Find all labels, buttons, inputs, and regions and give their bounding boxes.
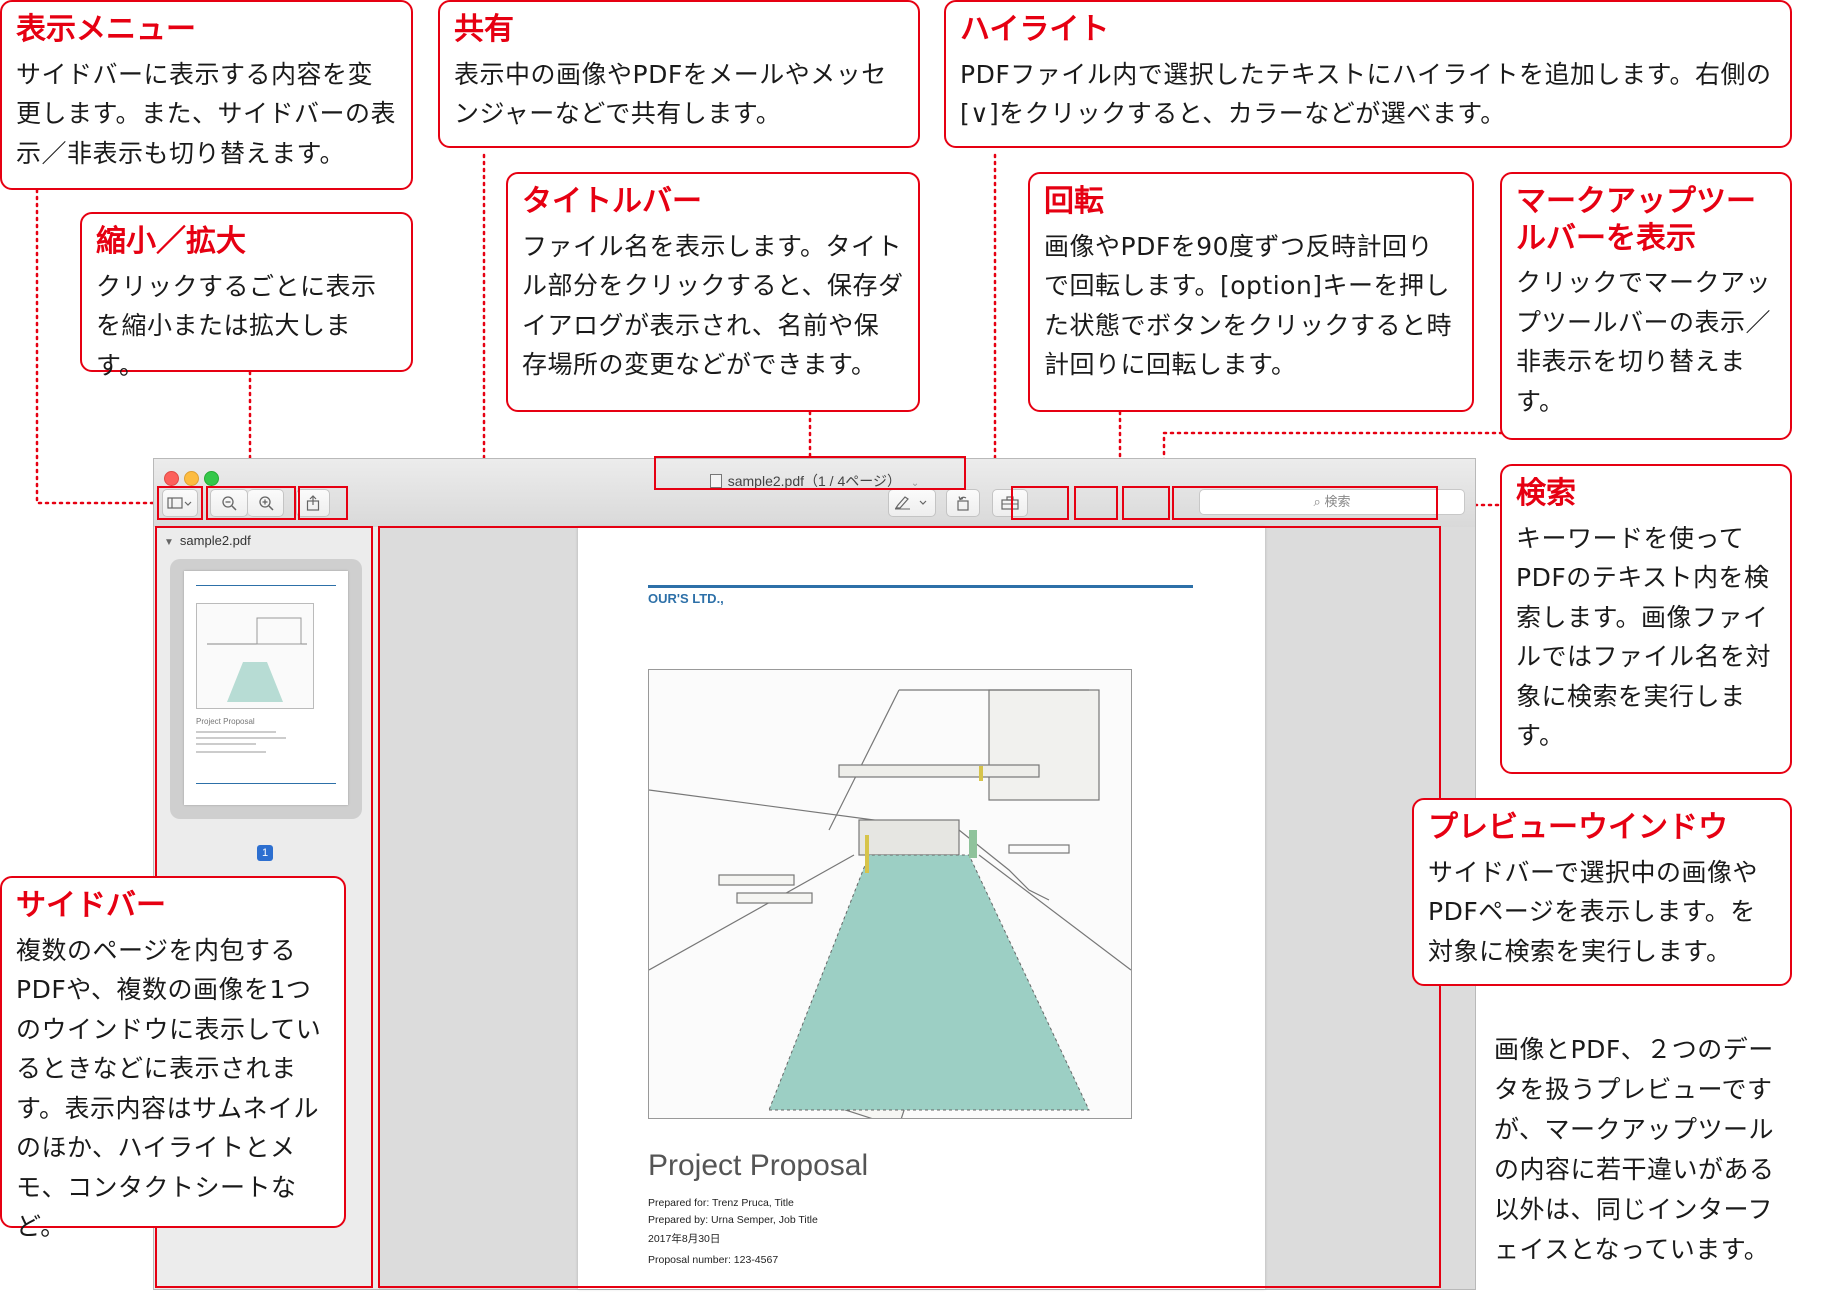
- callout-title: ハイライト: [960, 12, 1110, 47]
- callout-zoom: 縮小／拡大 クリックするごとに表示を縮小または拡大します。: [80, 212, 413, 380]
- callout-title: 縮小／拡大: [96, 224, 246, 259]
- callout-body: サイドバーに表示する内容を変更します。また、サイドバーの表示／非表示も切り替えま…: [16, 59, 397, 168]
- zoom-highlight: [206, 486, 296, 520]
- callout-body: クリックでマークアップツールバーの表示／非表示を切り替えます。: [1516, 268, 1772, 416]
- callout-title: 回転: [1044, 184, 1104, 219]
- rotate-highlight: [1074, 486, 1118, 520]
- callout-sidebar: サイドバー 複数のページを内包するPDFや、複数の画像を1つのウインドウに表示し…: [0, 876, 346, 1241]
- callout-rotate: 回転 画像やPDFを90度ずつ反時計回りで回転します。[option]キーを押し…: [1028, 172, 1474, 412]
- callout-body: 画像やPDFを90度ずつ反時計回りで回転します。[option]キーを押した状態…: [1044, 231, 1453, 380]
- highlight-button[interactable]: [888, 489, 936, 517]
- titlebar-highlight: [654, 456, 966, 490]
- rotate-left-icon: [957, 496, 969, 511]
- callout-body: 表示中の画像やPDFをメールやメッセンジャーなどで共有します。: [454, 59, 887, 129]
- callout-body: 複数のページを内包するPDFや、複数の画像を1つのウインドウに表示しているときな…: [16, 935, 322, 1242]
- footnote: 画像とPDF、２つのデータを扱うプレビューですが、マークアップツールの内容に若干…: [1494, 1035, 1775, 1264]
- markup-highlight: [1122, 486, 1170, 520]
- callout-share: 共有 表示中の画像やPDFをメールやメッセンジャーなどで共有します。: [438, 0, 920, 148]
- callout-title: 共有: [454, 12, 514, 47]
- search-highlight: [1172, 486, 1438, 520]
- callout-body: サイドバーで選択中の画像やPDFページを表示します。を対象に検索を実行します。: [1428, 857, 1759, 966]
- highlighter-icon: [894, 496, 927, 510]
- callout-title: 表示メニュー: [16, 12, 196, 47]
- callout-body: クリックするごとに表示を縮小または拡大します。: [96, 271, 377, 380]
- callout-highlight: ハイライト PDFファイル内で選択したテキストにハイライトを追加します。右側の[…: [944, 0, 1792, 148]
- callout-title: タイトルバー: [522, 184, 702, 219]
- callout-title: マークアップツールバーを表示: [1516, 184, 1756, 256]
- rotate-button[interactable]: [946, 489, 980, 517]
- callout-title: 検索: [1516, 476, 1576, 511]
- callout-body: PDFファイル内で選択したテキストにハイライトを追加します。右側の[∨]をクリッ…: [960, 59, 1772, 129]
- callout-preview-window: プレビューウインドウ サイドバーで選択中の画像やPDFページを表示します。を対象…: [1412, 798, 1792, 986]
- callout-body: キーワードを使ってPDFのテキスト内を検索します。画像ファイルではファイル名を対…: [1516, 523, 1772, 751]
- callout-view-menu: 表示メニュー サイドバーに表示する内容を変更します。また、サイドバーの表示／非表…: [0, 0, 413, 190]
- callout-title: プレビューウインドウ: [1428, 810, 1728, 845]
- callout-search: 検索 キーワードを使ってPDFのテキスト内を検索します。画像ファイルではファイル…: [1500, 464, 1792, 774]
- view-menu-highlight: [157, 486, 203, 520]
- callout-markup-toolbar: マークアップツールバーを表示 クリックでマークアップツールバーの表示／非表示を切…: [1500, 172, 1792, 440]
- preview-window-highlight: [378, 526, 1441, 1288]
- highlight-button-highlight: [1011, 486, 1069, 520]
- callout-titlebar: タイトルバー ファイル名を表示します。タイトル部分をクリックすると、保存ダイアロ…: [506, 172, 920, 412]
- share-highlight: [298, 486, 348, 520]
- callout-title: サイドバー: [16, 888, 166, 923]
- callout-body: ファイル名を表示します。タイトル部分をクリックすると、保存ダイアログが表示され、…: [522, 231, 904, 380]
